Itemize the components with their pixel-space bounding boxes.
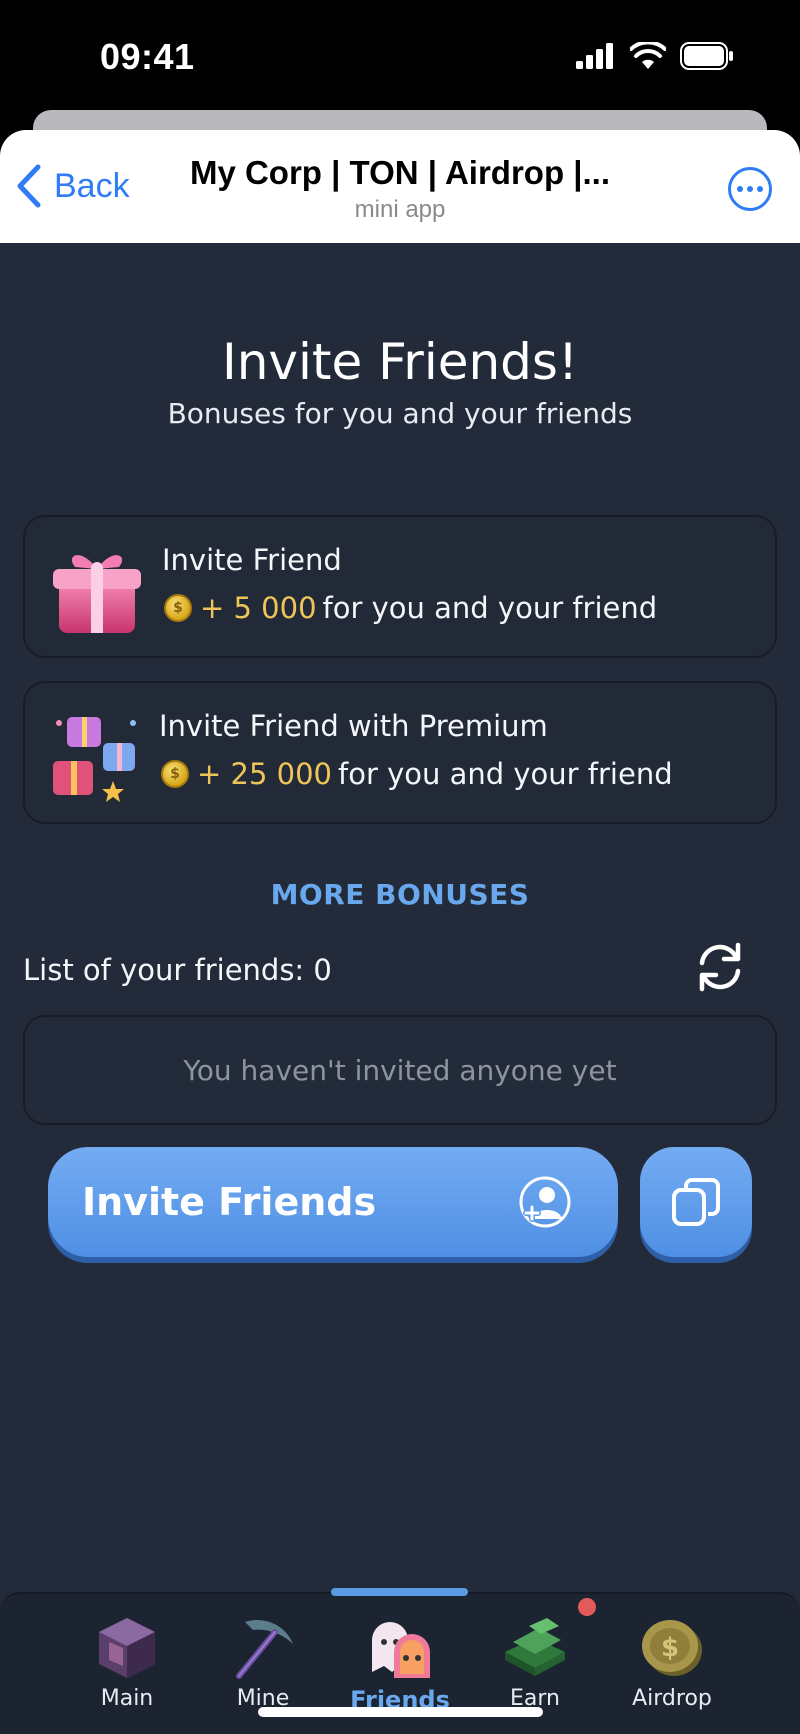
card-reward: $ + 25 000 for you and your friend: [161, 757, 673, 791]
card-title: Invite Friend: [162, 543, 342, 577]
coin-icon: $: [161, 760, 189, 788]
reward-amount: + 5 000: [200, 591, 317, 625]
friends-page: Invite Friends! Bonuses for you and your…: [0, 243, 800, 1734]
copy-link-button[interactable]: [640, 1147, 752, 1257]
header-subtitle: mini app: [354, 196, 446, 223]
battery-icon: [680, 42, 733, 70]
card-title: Invite Friend with Premium: [159, 709, 548, 743]
pickaxe-icon: [236, 1620, 293, 1679]
active-tab-indicator: [331, 1588, 468, 1596]
add-user-icon: [519, 1176, 571, 1228]
tab-earn[interactable]: Earn: [460, 1612, 610, 1711]
reward-text: for you and your friend: [322, 591, 658, 625]
more-options-button[interactable]: [728, 167, 772, 211]
card-reward: $ + 5 000 for you and your friend: [164, 591, 657, 625]
invite-friend-card[interactable]: Invite Friend $ + 5 000 for you and your…: [23, 515, 777, 658]
dot-icon: [737, 186, 743, 192]
wifi-icon: [630, 42, 666, 69]
chevron-left-icon: [17, 164, 41, 208]
gift-box-icon: [53, 555, 141, 633]
invite-friends-button[interactable]: Invite Friends: [48, 1147, 618, 1257]
invite-premium-card[interactable]: Invite Friend with Premium $ + 25 000 fo…: [23, 681, 777, 824]
page-title: Invite Friends!: [221, 333, 579, 391]
header-title: My Corp | TON | Airdrop |...: [189, 154, 611, 191]
back-label: Back: [54, 166, 130, 205]
more-bonuses-link[interactable]: MORE BONUSES: [0, 878, 800, 911]
tab-airdrop[interactable]: $ Airdrop: [597, 1612, 747, 1711]
dot-icon: [747, 186, 753, 192]
status-time: 09:41: [100, 36, 195, 77]
status-icons: [576, 42, 734, 70]
reward-amount: + 25 000: [197, 757, 332, 791]
copy-icon: [672, 1178, 720, 1226]
refresh-icon[interactable]: [692, 939, 748, 995]
svg-text:$: $: [661, 1633, 679, 1663]
reward-text: for you and your friend: [338, 757, 673, 791]
back-button[interactable]: Back: [16, 164, 130, 208]
ghosts-icon: [372, 1622, 430, 1678]
mini-app-header: Back My Corp | TON | Airdrop |... mini a…: [0, 130, 800, 243]
tab-label: Airdrop: [632, 1686, 712, 1711]
dot-icon: [757, 186, 763, 192]
gift-stack-icon: [53, 717, 136, 802]
friends-empty-state: You haven't invited anyone yet: [23, 1015, 777, 1125]
signal-icon: [576, 43, 613, 69]
coin-icon: $: [164, 594, 192, 622]
page-subtitle: Bonuses for you and your friends: [167, 397, 633, 430]
crystal-cube-icon: [99, 1618, 155, 1678]
home-indicator: [258, 1707, 543, 1717]
invite-button-label: Invite Friends: [82, 1180, 377, 1224]
notification-badge: [578, 1598, 596, 1616]
tab-main[interactable]: Main: [52, 1612, 202, 1711]
tab-label: Main: [100, 1686, 154, 1711]
money-stack-icon: [505, 1618, 565, 1676]
friends-list-label: List of your friends: 0: [23, 953, 332, 987]
status-bar: 09:41: [0, 0, 800, 115]
coin-icon: $: [642, 1620, 702, 1676]
tab-mine[interactable]: Mine: [188, 1612, 338, 1711]
tab-friends[interactable]: Friends: [325, 1612, 475, 1714]
